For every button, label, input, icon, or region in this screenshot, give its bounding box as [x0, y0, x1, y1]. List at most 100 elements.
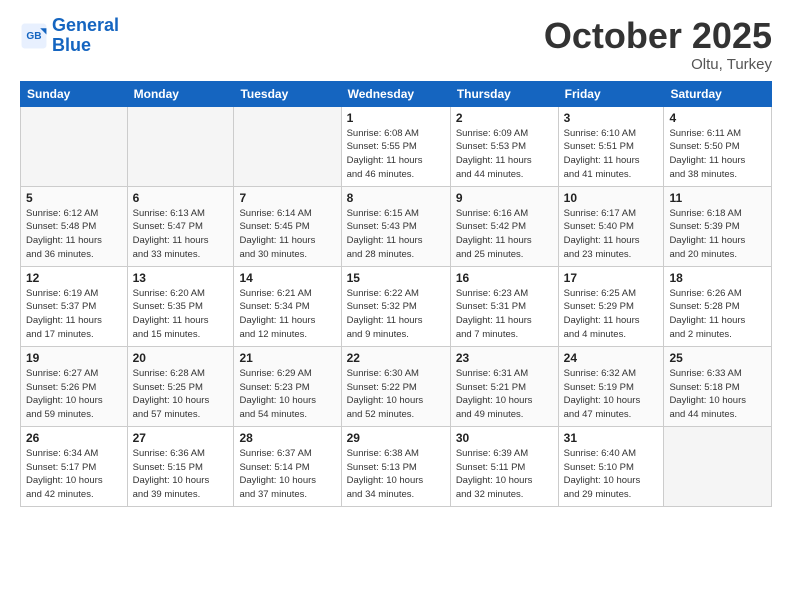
header: GB General Blue October 2025 Oltu, Turke… — [20, 16, 772, 73]
day-info: Sunrise: 6:16 AM Sunset: 5:42 PM Dayligh… — [456, 207, 553, 262]
calendar-cell: 4 Sunrise: 6:11 AM Sunset: 5:50 PM Daylig… — [664, 106, 772, 186]
calendar-cell: 5 Sunrise: 6:12 AM Sunset: 5:48 PM Daylig… — [21, 186, 128, 266]
day-info: Sunrise: 6:32 AM Sunset: 5:19 PM Dayligh… — [564, 367, 659, 422]
calendar-cell: 29 Sunrise: 6:38 AM Sunset: 5:13 PM Dayli… — [341, 426, 450, 506]
calendar-cell: 1 Sunrise: 6:08 AM Sunset: 5:55 PM Daylig… — [341, 106, 450, 186]
calendar-cell: 15 Sunrise: 6:22 AM Sunset: 5:32 PM Dayli… — [341, 266, 450, 346]
day-info: Sunrise: 6:38 AM Sunset: 5:13 PM Dayligh… — [347, 447, 445, 502]
calendar-week-3: 12Sunrise: 6:19 AM Sunset: 5:37 PM Dayli… — [21, 266, 772, 346]
day-of-week-wednesday: Wednesday — [341, 81, 450, 106]
day-number: 9 — [456, 191, 553, 205]
day-info: Sunrise: 6:30 AM Sunset: 5:22 PM Dayligh… — [347, 367, 445, 422]
day-info: Sunrise: 6:09 AM Sunset: 5:53 PM Dayligh… — [456, 127, 553, 182]
day-number: 12 — [26, 271, 122, 285]
day-number: 21 — [239, 351, 335, 365]
calendar-week-4: 19 Sunrise: 6:27 AM Sunset: 5:26 PM Dayli… — [21, 346, 772, 426]
calendar-cell: 18 Sunrise: 6:26 AM Sunset: 5:28 PM Dayli… — [664, 266, 772, 346]
day-info: Sunrise: 6:10 AM Sunset: 5:51 PM Dayligh… — [564, 127, 659, 182]
day-number: 29 — [347, 431, 445, 445]
calendar-cell: 6Sunrise: 6:13 AM Sunset: 5:47 PM Daylig… — [127, 186, 234, 266]
calendar-week-1: 1 Sunrise: 6:08 AM Sunset: 5:55 PM Daylig… — [21, 106, 772, 186]
calendar-cell: 14 Sunrise: 6:21 AM Sunset: 5:34 PM Dayli… — [234, 266, 341, 346]
day-number: 2 — [456, 111, 553, 125]
day-of-week-saturday: Saturday — [664, 81, 772, 106]
day-of-week-sunday: Sunday — [21, 81, 128, 106]
day-number: 22 — [347, 351, 445, 365]
calendar-cell: 20 Sunrise: 6:28 AM Sunset: 5:25 PM Dayli… — [127, 346, 234, 426]
day-info: Sunrise: 6:39 AM Sunset: 5:11 PM Dayligh… — [456, 447, 553, 502]
day-info: Sunrise: 6:34 AM Sunset: 5:17 PM Dayligh… — [26, 447, 122, 502]
day-number: 5 — [26, 191, 122, 205]
day-number: 20 — [133, 351, 229, 365]
day-number: 14 — [239, 271, 335, 285]
day-number: 13 — [133, 271, 229, 285]
day-number: 7 — [239, 191, 335, 205]
calendar-cell: 17Sunrise: 6:25 AM Sunset: 5:29 PM Dayli… — [558, 266, 664, 346]
day-info: Sunrise: 6:08 AM Sunset: 5:55 PM Dayligh… — [347, 127, 445, 182]
day-info: Sunrise: 6:28 AM Sunset: 5:25 PM Dayligh… — [133, 367, 229, 422]
day-info: Sunrise: 6:22 AM Sunset: 5:32 PM Dayligh… — [347, 287, 445, 342]
calendar-cell: 2 Sunrise: 6:09 AM Sunset: 5:53 PM Daylig… — [450, 106, 558, 186]
day-number: 25 — [669, 351, 766, 365]
calendar-cell: 9 Sunrise: 6:16 AM Sunset: 5:42 PM Daylig… — [450, 186, 558, 266]
calendar-cell: 31 Sunrise: 6:40 AM Sunset: 5:10 PM Dayli… — [558, 426, 664, 506]
day-info: Sunrise: 6:12 AM Sunset: 5:48 PM Dayligh… — [26, 207, 122, 262]
calendar-cell: 11 Sunrise: 6:18 AM Sunset: 5:39 PM Dayli… — [664, 186, 772, 266]
calendar-week-5: 26 Sunrise: 6:34 AM Sunset: 5:17 PM Dayli… — [21, 426, 772, 506]
day-of-week-thursday: Thursday — [450, 81, 558, 106]
calendar-cell: 23 Sunrise: 6:31 AM Sunset: 5:21 PM Dayli… — [450, 346, 558, 426]
calendar-cell: 10 Sunrise: 6:17 AM Sunset: 5:40 PM Dayli… — [558, 186, 664, 266]
calendar-cell: 12Sunrise: 6:19 AM Sunset: 5:37 PM Dayli… — [21, 266, 128, 346]
month-title: October 2025 — [544, 16, 772, 56]
calendar-cell — [21, 106, 128, 186]
day-info: Sunrise: 6:21 AM Sunset: 5:34 PM Dayligh… — [239, 287, 335, 342]
calendar-cell: 21 Sunrise: 6:29 AM Sunset: 5:23 PM Dayli… — [234, 346, 341, 426]
day-number: 31 — [564, 431, 659, 445]
day-number: 1 — [347, 111, 445, 125]
logo-line1: General — [52, 15, 119, 35]
day-info: Sunrise: 6:27 AM Sunset: 5:26 PM Dayligh… — [26, 367, 122, 422]
calendar-cell — [664, 426, 772, 506]
day-of-week-tuesday: Tuesday — [234, 81, 341, 106]
day-info: Sunrise: 6:13 AM Sunset: 5:47 PM Dayligh… — [133, 207, 229, 262]
day-info: Sunrise: 6:23 AM Sunset: 5:31 PM Dayligh… — [456, 287, 553, 342]
calendar-cell: 16 Sunrise: 6:23 AM Sunset: 5:31 PM Dayli… — [450, 266, 558, 346]
calendar-cell — [234, 106, 341, 186]
day-info: Sunrise: 6:31 AM Sunset: 5:21 PM Dayligh… — [456, 367, 553, 422]
day-number: 24 — [564, 351, 659, 365]
day-info: Sunrise: 6:18 AM Sunset: 5:39 PM Dayligh… — [669, 207, 766, 262]
day-info: Sunrise: 6:29 AM Sunset: 5:23 PM Dayligh… — [239, 367, 335, 422]
logo-text: General Blue — [52, 16, 119, 56]
calendar-cell: 24 Sunrise: 6:32 AM Sunset: 5:19 PM Dayli… — [558, 346, 664, 426]
day-number: 28 — [239, 431, 335, 445]
calendar-cell: 3 Sunrise: 6:10 AM Sunset: 5:51 PM Daylig… — [558, 106, 664, 186]
calendar-cell: 26 Sunrise: 6:34 AM Sunset: 5:17 PM Dayli… — [21, 426, 128, 506]
calendar-cell: 28Sunrise: 6:37 AM Sunset: 5:14 PM Dayli… — [234, 426, 341, 506]
title-block: October 2025 Oltu, Turkey — [544, 16, 772, 73]
logo: GB General Blue — [20, 16, 119, 56]
day-info: Sunrise: 6:11 AM Sunset: 5:50 PM Dayligh… — [669, 127, 766, 182]
day-number: 10 — [564, 191, 659, 205]
day-number: 4 — [669, 111, 766, 125]
svg-text:GB: GB — [26, 31, 41, 42]
calendar-cell: 30 Sunrise: 6:39 AM Sunset: 5:11 PM Dayli… — [450, 426, 558, 506]
day-info: Sunrise: 6:17 AM Sunset: 5:40 PM Dayligh… — [564, 207, 659, 262]
day-number: 16 — [456, 271, 553, 285]
calendar-week-2: 5 Sunrise: 6:12 AM Sunset: 5:48 PM Daylig… — [21, 186, 772, 266]
day-info: Sunrise: 6:40 AM Sunset: 5:10 PM Dayligh… — [564, 447, 659, 502]
day-number: 23 — [456, 351, 553, 365]
day-number: 30 — [456, 431, 553, 445]
calendar-cell: 25Sunrise: 6:33 AM Sunset: 5:18 PM Dayli… — [664, 346, 772, 426]
calendar-cell — [127, 106, 234, 186]
calendar-cell: 7Sunrise: 6:14 AM Sunset: 5:45 PM Daylig… — [234, 186, 341, 266]
day-number: 19 — [26, 351, 122, 365]
day-number: 11 — [669, 191, 766, 205]
day-number: 26 — [26, 431, 122, 445]
day-info: Sunrise: 6:25 AM Sunset: 5:29 PM Dayligh… — [564, 287, 659, 342]
day-number: 3 — [564, 111, 659, 125]
day-info: Sunrise: 6:26 AM Sunset: 5:28 PM Dayligh… — [669, 287, 766, 342]
day-number: 18 — [669, 271, 766, 285]
day-number: 15 — [347, 271, 445, 285]
day-number: 8 — [347, 191, 445, 205]
day-info: Sunrise: 6:15 AM Sunset: 5:43 PM Dayligh… — [347, 207, 445, 262]
